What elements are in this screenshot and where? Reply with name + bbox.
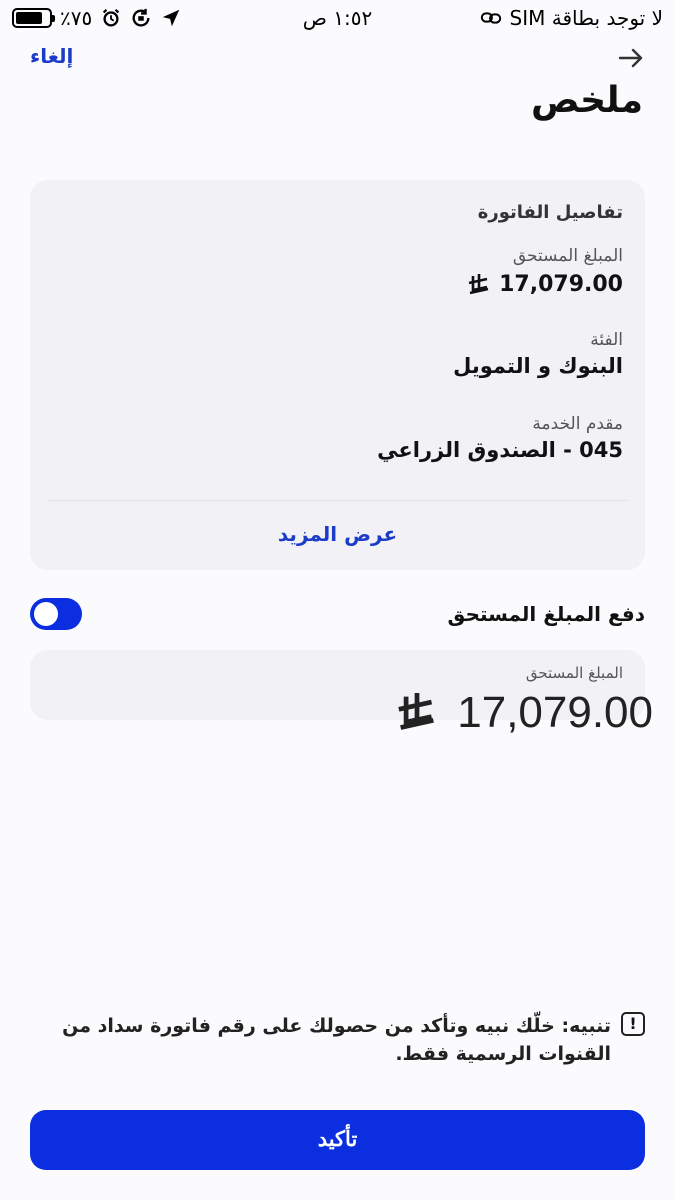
exclamation-icon: !: [621, 1012, 645, 1036]
status-bar: ٪٧٥ ١:٥٢ ص لا توجد بطاقة SIM: [0, 0, 675, 38]
status-bar-right: لا توجد بطاقة SIM: [480, 6, 663, 30]
bill-details-heading: تفاصيل الفاتورة: [477, 202, 623, 223]
amount-field-label: المبلغ المستحق: [525, 664, 623, 682]
category-label: الفئة: [590, 330, 623, 350]
cancel-button[interactable]: إلغاء: [30, 44, 73, 68]
bill-details-card: تفاصيل الفاتورة المبلغ المستحق 17,079.00…: [30, 180, 645, 570]
amount-due-row: 17,079.00: [467, 272, 623, 297]
amount-due-label: المبلغ المستحق: [512, 246, 623, 266]
page-title: ملخص: [530, 80, 643, 121]
category-value: البنوك و التمويل: [453, 354, 623, 378]
link-icon: [480, 12, 501, 24]
riyal-symbol-icon: [468, 273, 489, 294]
notice-text: تنبيه: خلّك نبيه وتأكد من حصولك على رقم …: [62, 1015, 611, 1065]
amount-field[interactable]: 17,079.00: [395, 688, 653, 738]
provider-label: مقدم الخدمة: [532, 414, 623, 434]
riyal-symbol-icon: [398, 693, 435, 730]
toggle-knob: [34, 602, 58, 626]
show-more-button[interactable]: عرض المزيد: [30, 522, 645, 546]
back-arrow-icon[interactable]: [617, 44, 645, 72]
carrier-label: لا توجد بطاقة SIM: [509, 6, 663, 30]
notice: ! تنبيه: خلّك نبيه وتأكد من حصولك على رق…: [55, 1012, 645, 1068]
pay-due-toggle-row: دفع المبلغ المستحق: [30, 596, 645, 636]
pay-due-toggle[interactable]: [30, 598, 82, 630]
amount-field-value: 17,079.00: [457, 688, 653, 737]
amount-due-value: 17,079.00: [499, 272, 623, 297]
divider: [48, 500, 627, 501]
pay-due-toggle-label: دفع المبلغ المستحق: [447, 602, 645, 626]
confirm-button[interactable]: تأكيد: [30, 1110, 645, 1170]
provider-value: 045 - الصندوق الزراعي: [377, 438, 623, 462]
top-nav: إلغاء: [0, 40, 675, 76]
